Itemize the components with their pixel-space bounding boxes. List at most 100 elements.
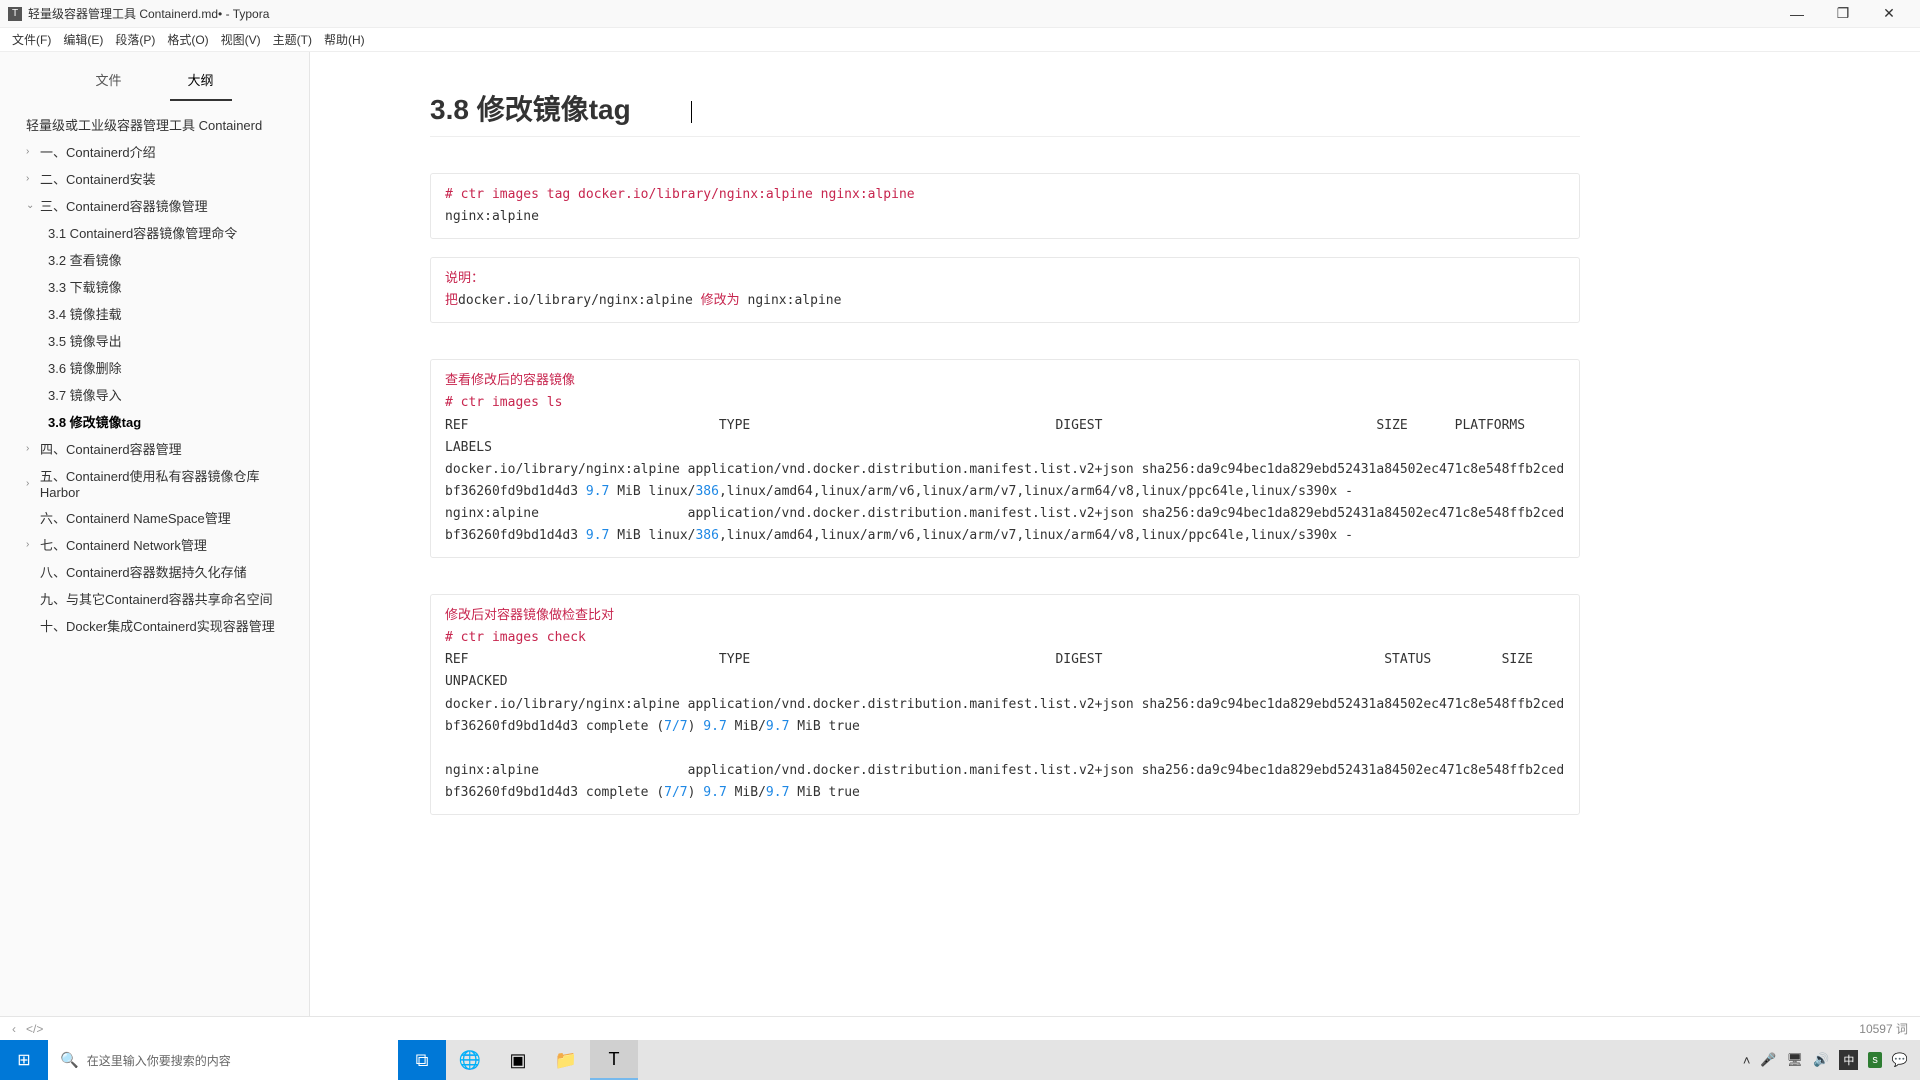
outline-item-5[interactable]: ›五、Containerd使用私有容器镜像仓库 Harbor — [0, 462, 309, 504]
outline-item-3-5[interactable]: 3.5 镜像导出 — [0, 327, 309, 354]
code-block-4[interactable]: 修改后对容器镜像做检查比对 # ctr images check REF TYP… — [430, 594, 1580, 815]
menu-theme[interactable]: 主题(T) — [267, 31, 318, 48]
outline-item-3-3[interactable]: 3.3 下载镜像 — [0, 273, 309, 300]
close-button[interactable]: ✕ — [1866, 0, 1912, 28]
outline-item-3-2[interactable]: 3.2 查看镜像 — [0, 246, 309, 273]
start-button[interactable]: ⊞ — [0, 1040, 48, 1080]
code-line: # ctr images check — [445, 630, 586, 645]
code-block-1[interactable]: # ctr images tag docker.io/library/nginx… — [430, 173, 1580, 239]
outline-label: 二、Containerd安装 — [40, 169, 156, 188]
code-span: ,linux/amd64,linux/arm/v6,linux/arm/v7,l… — [719, 528, 1353, 543]
code-span: MiB true — [789, 719, 859, 734]
sidebar-tabs: 文件 大纲 — [0, 52, 309, 101]
outline-item-3[interactable]: ⌄三、Containerd容器镜像管理 — [0, 192, 309, 219]
outline-label: 九、与其它Containerd容器共享命名空间 — [40, 589, 273, 608]
outline-label: 十、Docker集成Containerd实现容器管理 — [40, 616, 275, 635]
vscode-icon[interactable]: ⧉ — [398, 1040, 446, 1080]
menu-view[interactable]: 视图(V) — [215, 31, 267, 48]
menubar: 文件(F) 编辑(E) 段落(P) 格式(O) 视图(V) 主题(T) 帮助(H… — [0, 28, 1920, 52]
heading[interactable]: 3.8 修改镜像tag — [430, 88, 1580, 137]
chrome-icon[interactable]: 🌐 — [446, 1040, 494, 1080]
statusbar: ‹ </> 10597 词 — [0, 1016, 1920, 1040]
code-span: 7/7 — [664, 719, 687, 734]
outline-item-6[interactable]: 六、Containerd NameSpace管理 — [0, 504, 309, 531]
outline-label: 一、Containerd介绍 — [40, 142, 156, 161]
code-span: 修改为 — [701, 293, 740, 308]
ime-lang[interactable]: 中 — [1839, 1050, 1858, 1070]
ime-mode[interactable]: s — [1868, 1052, 1882, 1068]
outline-root[interactable]: 轻量级或工业级容器管理工具 Containerd — [0, 111, 309, 138]
minimize-button[interactable]: — — [1774, 0, 1820, 28]
explorer-icon[interactable]: 📁 — [542, 1040, 590, 1080]
code-span: ,linux/amd64,linux/arm/v6,linux/arm/v7,l… — [719, 484, 1353, 499]
code-span: 9.7 — [766, 719, 789, 734]
outline-item-3-4[interactable]: 3.4 镜像挂载 — [0, 300, 309, 327]
code-line: REF TYPE DIGEST SIZE PLATFORMS LABELS — [445, 418, 1768, 455]
outline-item-3-7[interactable]: 3.7 镜像导入 — [0, 381, 309, 408]
outline-item-3-6[interactable]: 3.6 镜像删除 — [0, 354, 309, 381]
mic-icon[interactable]: 🎤 — [1760, 1052, 1776, 1068]
outline-label: 八、Containerd容器数据持久化存储 — [40, 562, 247, 581]
code-block-2[interactable]: 说明： 把docker.io/library/nginx:alpine 修改为 … — [430, 257, 1580, 323]
code-span: 7/7 — [664, 785, 687, 800]
menu-format[interactable]: 格式(O) — [161, 31, 214, 48]
outline-item-3-1[interactable]: 3.1 Containerd容器镜像管理命令 — [0, 219, 309, 246]
app-icon[interactable]: ▣ — [494, 1040, 542, 1080]
menu-file[interactable]: 文件(F) — [6, 31, 57, 48]
taskbar-search[interactable]: 🔍 在这里输入你要搜索的内容 — [48, 1040, 398, 1080]
outline-item-7[interactable]: ›七、Containerd Network管理 — [0, 531, 309, 558]
tab-file[interactable]: 文件 — [77, 64, 139, 101]
code-span: 9.7 — [703, 785, 726, 800]
notifications-icon[interactable]: 💬 — [1892, 1052, 1908, 1068]
app-icon: T — [8, 7, 22, 21]
tray-chevron-icon[interactable]: ˄ — [1743, 1053, 1751, 1068]
titlebar: T 轻量级容器管理工具 Containerd.md• - Typora — ❐ … — [0, 0, 1920, 28]
outline-label: 五、Containerd使用私有容器镜像仓库 Harbor — [40, 466, 301, 500]
menu-edit[interactable]: 编辑(E) — [57, 31, 109, 48]
word-count[interactable]: 10597 词 — [1859, 1020, 1908, 1037]
code-span: ) — [688, 719, 704, 734]
outline-item-1[interactable]: ›一、Containerd介绍 — [0, 138, 309, 165]
code-line: # ctr images ls — [445, 395, 562, 410]
chevron-right-icon: › — [26, 443, 38, 454]
outline-item-10[interactable]: 十、Docker集成Containerd实现容器管理 — [0, 612, 309, 639]
outline-item-8[interactable]: 八、Containerd容器数据持久化存储 — [0, 558, 309, 585]
typora-icon[interactable]: T — [590, 1040, 638, 1080]
chevron-right-icon: › — [26, 478, 38, 489]
search-icon: 🔍 — [60, 1051, 79, 1069]
menu-help[interactable]: 帮助(H) — [318, 31, 371, 48]
code-span: MiB linux/ — [609, 484, 695, 499]
editor[interactable]: 3.8 修改镜像tag # ctr images tag docker.io/l… — [310, 52, 1920, 1016]
code-block-3[interactable]: 查看修改后的容器镜像 # ctr images ls REF TYPE DIGE… — [430, 359, 1580, 558]
code-span: 9.7 — [586, 484, 609, 499]
code-span: MiB/ — [727, 785, 766, 800]
back-button[interactable]: ‹ — [12, 1022, 16, 1036]
outline-item-2[interactable]: ›二、Containerd安装 — [0, 165, 309, 192]
maximize-button[interactable]: ❐ — [1820, 0, 1866, 28]
code-line: 说明： — [445, 271, 484, 286]
outline-item-9[interactable]: 九、与其它Containerd容器共享命名空间 — [0, 585, 309, 612]
outline-item-4[interactable]: ›四、Containerd容器管理 — [0, 435, 309, 462]
code-span: docker.io/library/nginx:alpine applicati… — [445, 697, 1564, 734]
chevron-right-icon: › — [26, 146, 38, 157]
network-icon[interactable]: 🖥 — [1787, 1052, 1804, 1068]
tab-outline[interactable]: 大纲 — [170, 64, 232, 101]
search-placeholder: 在这里输入你要搜索的内容 — [87, 1052, 231, 1069]
sidebar: 文件 大纲 轻量级或工业级容器管理工具 Containerd ›一、Contai… — [0, 52, 310, 1016]
chevron-right-icon: › — [26, 539, 38, 550]
outline: 轻量级或工业级容器管理工具 Containerd ›一、Containerd介绍… — [0, 101, 309, 649]
code-span: 把 — [445, 293, 458, 308]
outline-label: 六、Containerd NameSpace管理 — [40, 508, 231, 527]
taskbar-apps: ⧉ 🌐 ▣ 📁 T — [398, 1040, 638, 1080]
menu-paragraph[interactable]: 段落(P) — [109, 31, 161, 48]
chevron-right-icon: › — [26, 173, 38, 184]
outline-item-3-8[interactable]: 3.8 修改镜像tag — [0, 408, 309, 435]
volume-icon[interactable]: 🔊 — [1813, 1052, 1829, 1068]
outline-label: 四、Containerd容器管理 — [40, 439, 182, 458]
code-line: nginx:alpine — [445, 209, 539, 224]
code-line: # ctr images tag docker.io/library/nginx… — [445, 187, 915, 202]
text-cursor — [691, 101, 692, 123]
source-mode-button[interactable]: </> — [26, 1022, 43, 1036]
code-span: 9.7 — [703, 719, 726, 734]
taskbar: ⊞ 🔍 在这里输入你要搜索的内容 ⧉ 🌐 ▣ 📁 T ˄ 🎤 🖥 🔊 中 s 💬 — [0, 1040, 1920, 1080]
